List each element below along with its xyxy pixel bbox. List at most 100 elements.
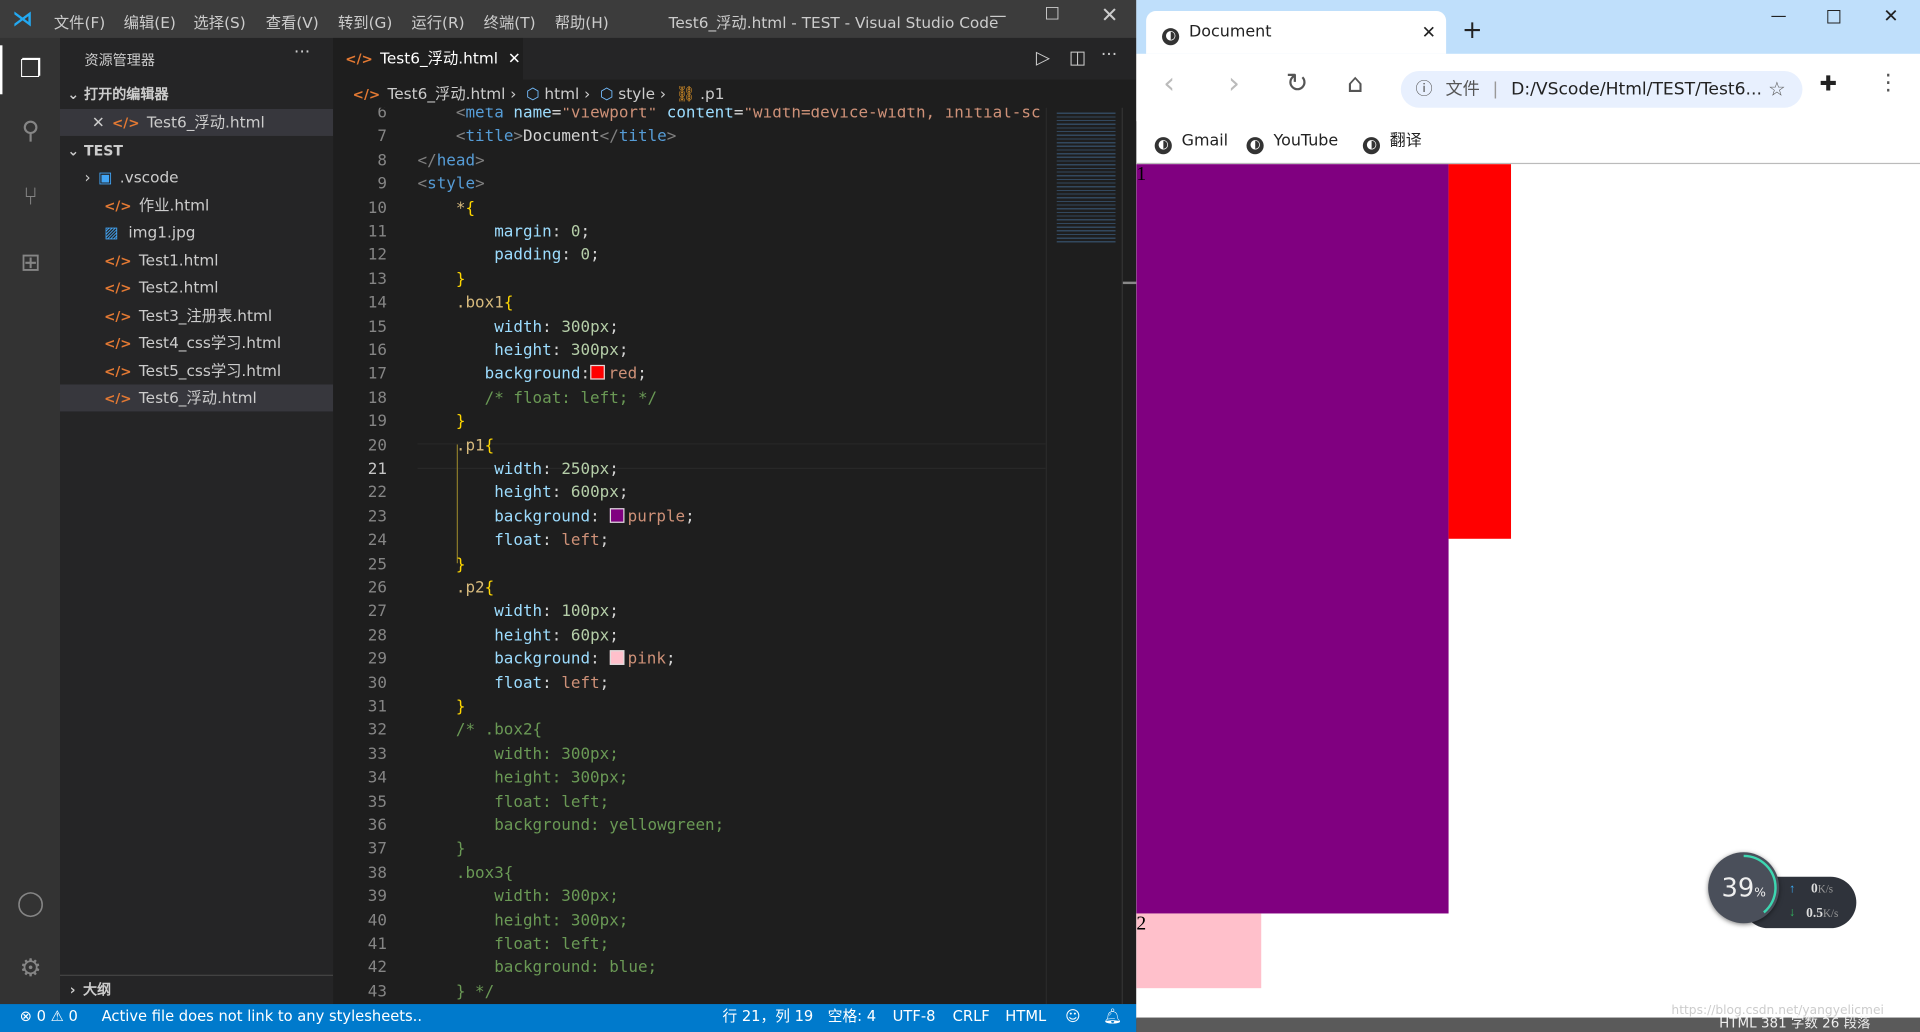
- maximize-button[interactable]: ☐: [1826, 6, 1842, 28]
- language-mode[interactable]: HTML: [1005, 1004, 1046, 1030]
- menu-item[interactable]: 选择(S): [193, 10, 245, 33]
- tab-label: Test6_浮动.html: [380, 48, 499, 68]
- code-line: .p1{: [418, 437, 494, 455]
- download-arrow-icon: ↓: [1788, 906, 1796, 920]
- address-bar[interactable]: ⓘ 文件 | D:/VScode/Html/TEST/Test6... ☆: [1400, 71, 1803, 108]
- close-window-button[interactable]: ✕: [1883, 5, 1898, 27]
- breadcrumb-item[interactable]: ⬡ style: [595, 84, 655, 102]
- file-item[interactable]: </> 作业.html: [60, 192, 333, 219]
- split-editor-icon[interactable]: ◫: [1069, 47, 1086, 69]
- more-actions-icon[interactable]: ···: [294, 43, 310, 63]
- editor-scrollbar[interactable]: [1121, 107, 1138, 1005]
- breadcrumb-item[interactable]: ⬡ html: [521, 84, 579, 102]
- indentation[interactable]: 空格: 4: [828, 1004, 876, 1030]
- code-token: .box1: [417, 294, 504, 313]
- chevron-right-icon: ›: [655, 84, 671, 103]
- chevron-right-icon: ›: [505, 84, 522, 103]
- html-file-icon: </>: [104, 197, 132, 214]
- open-editors-header[interactable]: ⌄ 打开的编辑器: [60, 81, 333, 108]
- open-editor-item[interactable]: ✕ </> Test6_浮动.html: [60, 108, 334, 136]
- browser-tab-document[interactable]: ◐ Document ✕: [1146, 11, 1447, 55]
- line-number: 33: [367, 745, 387, 764]
- code-token: title: [465, 127, 514, 147]
- file-item[interactable]: › ▣ .vscode: [60, 164, 333, 191]
- chevron-right-icon: ›: [579, 84, 596, 103]
- code-token: 300px: [561, 317, 610, 337]
- breadcrumb: </> Test6_浮动.html › ⬡ html › ⬡ style › ⛓ .p1: [333, 80, 1136, 108]
- tab-test6[interactable]: </> Test6_浮动.html ✕: [333, 37, 523, 80]
- menu-item[interactable]: 帮助(H): [555, 10, 609, 33]
- feedback-icon[interactable]: ☺: [1065, 1004, 1080, 1030]
- code-token: *: [417, 199, 466, 218]
- line-number: 30: [367, 674, 387, 693]
- minimap[interactable]: [1045, 107, 1123, 1005]
- extensions-puzzle-icon[interactable]: ✚: [1820, 72, 1837, 96]
- menu-item[interactable]: 查看(V): [266, 10, 319, 33]
- file-item[interactable]: </> Test3_注册表.html: [60, 302, 333, 329]
- encoding[interactable]: UTF-8: [893, 1004, 936, 1030]
- more-actions-icon[interactable]: ···: [1101, 45, 1117, 65]
- account-icon[interactable]: ◯: [15, 887, 47, 919]
- code-token: ;: [618, 341, 629, 361]
- line-number: 31: [367, 697, 387, 717]
- bookmark-star-icon[interactable]: ☆: [1768, 71, 1786, 108]
- file-item[interactable]: </> Test1.html: [60, 247, 333, 274]
- minimize-button[interactable]: —: [1771, 7, 1787, 25]
- folder-header-test[interactable]: ⌄ TEST: [60, 137, 333, 164]
- bookmark-item[interactable]: ◐ YouTube: [1246, 121, 1338, 161]
- code-token: :: [561, 246, 581, 265]
- explorer-sidebar: 资源管理器 ··· ⌄ 打开的编辑器 ✕ </> Test6_浮动.html ⌄ TES…: [60, 37, 334, 1005]
- breadcrumb-item[interactable]: </> Test6_浮动.html: [333, 84, 506, 102]
- reload-button[interactable]: ↻: [1286, 69, 1309, 100]
- file-item[interactable]: ▨ img1.jpg: [60, 219, 333, 246]
- code-editor[interactable]: 6 <meta name="viewport" content="width=d…: [333, 108, 1046, 1004]
- color-swatch-icon[interactable]: [590, 365, 605, 381]
- menu-item[interactable]: 编辑(E): [124, 10, 176, 33]
- explorer-icon[interactable]: ❐: [15, 53, 47, 85]
- breadcrumb-label: .p1: [700, 84, 725, 103]
- close-editor-icon[interactable]: ✕: [92, 113, 105, 131]
- breadcrumb-item[interactable]: ⛓ .p1: [671, 84, 725, 102]
- extensions-icon[interactable]: ⊞: [15, 246, 47, 278]
- maximize-button[interactable]: ☐: [1044, 5, 1059, 25]
- code-line: .box3{: [418, 864, 514, 882]
- bookmark-item[interactable]: ◐ 翻译: [1362, 121, 1422, 161]
- home-button[interactable]: ⌂: [1347, 69, 1363, 98]
- search-icon[interactable]: ⚲: [15, 114, 47, 146]
- file-item[interactable]: </> Test4_css学习.html: [60, 329, 333, 356]
- chrome-menu-icon[interactable]: ⋮: [1877, 70, 1899, 96]
- file-item[interactable]: </> Test6_浮动.html: [60, 384, 334, 412]
- file-item[interactable]: </> Test5_css学习.html: [60, 357, 333, 384]
- settings-gear-icon[interactable]: ⚙: [15, 951, 47, 983]
- menu-item[interactable]: 运行(R): [411, 10, 464, 33]
- close-window-button[interactable]: ✕: [1101, 4, 1118, 28]
- close-tab-icon[interactable]: ✕: [508, 49, 521, 67]
- line-number: 29: [367, 650, 387, 669]
- color-swatch-icon[interactable]: [609, 650, 624, 666]
- code-token: background: yellowgreen;: [417, 816, 725, 836]
- notifications-bell-icon[interactable]: 🔔︎: [1103, 1004, 1122, 1030]
- line-number: 20: [367, 436, 387, 456]
- code-token: width: [417, 460, 543, 479]
- outline-header[interactable]: › 大纲: [60, 976, 333, 1003]
- code-token: ;: [618, 484, 629, 503]
- cursor-position[interactable]: 行 21，列 19: [722, 1004, 813, 1030]
- code-token: {: [484, 579, 495, 598]
- back-button[interactable]: ‹: [1163, 66, 1175, 100]
- menu-item[interactable]: 转到(G): [338, 10, 392, 33]
- run-icon[interactable]: ▷: [1036, 47, 1050, 69]
- menu-item[interactable]: 终端(T): [484, 10, 536, 33]
- minimize-button[interactable]: —: [989, 6, 1006, 26]
- line-ending[interactable]: CRLF: [953, 1004, 990, 1030]
- bookmark-item[interactable]: ◐ Gmail: [1154, 121, 1228, 161]
- source-control-icon[interactable]: ⑂: [15, 180, 47, 212]
- line-number: 28: [367, 626, 387, 646]
- file-item[interactable]: </> Test2.html: [60, 274, 333, 301]
- cpu-usage-gauge[interactable]: 39%: [1708, 852, 1780, 924]
- problems-indicator[interactable]: ⊗ 0 ⚠ 0: [20, 1004, 78, 1030]
- forward-button[interactable]: ›: [1228, 66, 1240, 100]
- menu-item[interactable]: 文件(F): [54, 10, 105, 33]
- color-swatch-icon[interactable]: [609, 507, 624, 523]
- new-tab-button[interactable]: +: [1462, 15, 1483, 44]
- close-tab-icon[interactable]: ✕: [1422, 11, 1436, 55]
